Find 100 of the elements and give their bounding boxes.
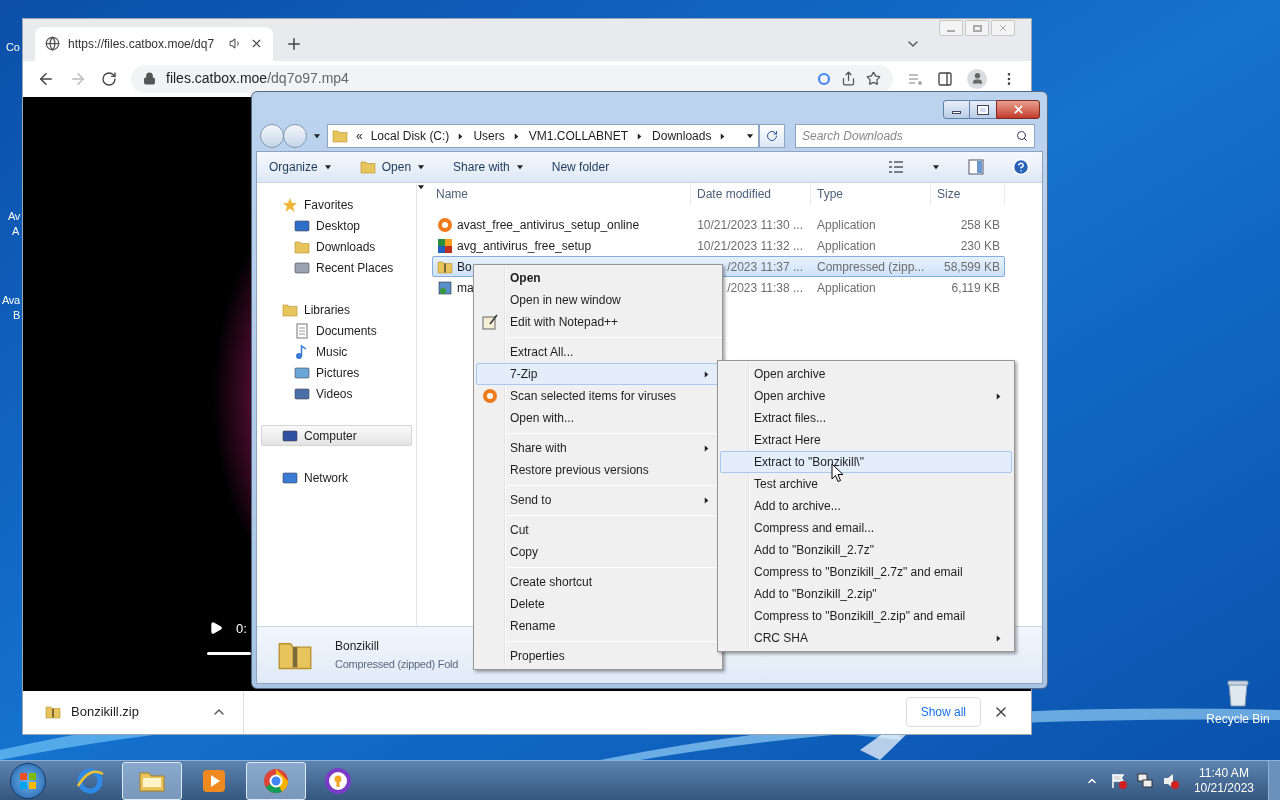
menu-item[interactable]: Test archive xyxy=(720,473,1012,495)
menu-item[interactable]: Compress to "Bonzikill_2.zip" and email xyxy=(720,605,1012,627)
menu-item[interactable]: 7-Zip xyxy=(476,363,720,385)
menu-item[interactable]: Open archive xyxy=(720,385,1012,407)
menu-item[interactable]: Properties xyxy=(476,645,720,667)
nav-item[interactable]: Computer xyxy=(261,425,412,446)
breadcrumb[interactable]: Downloads xyxy=(652,127,712,145)
column-header[interactable]: Name xyxy=(429,183,691,205)
menu-item[interactable]: Open archive xyxy=(720,363,1012,385)
overflow-chevrons[interactable]: « xyxy=(356,127,363,145)
toolbar-button[interactable]: Share with xyxy=(453,158,524,176)
menu-item[interactable]: Extract files... xyxy=(720,407,1012,429)
breadcrumb[interactable]: Users xyxy=(473,127,505,145)
file-name: avg_antivirus_free_setup xyxy=(457,237,592,255)
menu-item[interactable]: Open with... xyxy=(476,407,720,429)
breadcrumb[interactable]: VM1.COLLABNET xyxy=(528,127,629,145)
menu-item[interactable]: Edit with Notepad++ xyxy=(476,311,720,333)
nav-item[interactable]: Recent Places xyxy=(261,257,412,278)
start-button[interactable] xyxy=(10,762,46,799)
menu-item[interactable]: Extract All... xyxy=(476,341,720,363)
nav-item[interactable]: Documents xyxy=(261,320,412,341)
menu-item[interactable]: Send to xyxy=(476,489,720,511)
menu-item[interactable]: Share with xyxy=(476,437,720,459)
file-size: 58,599 KB xyxy=(942,258,1000,276)
menu-item[interactable]: Extract to "Bonzikill\" xyxy=(720,451,1012,473)
menu-item[interactable]: Delete xyxy=(476,593,720,615)
menu-item[interactable]: CRC SHA xyxy=(720,627,1012,649)
menu-item[interactable]: Add to "Bonzikill_2.7z" xyxy=(720,539,1012,561)
clock-time: 11:40 AM xyxy=(1199,765,1249,781)
toolbar-button[interactable]: New folder xyxy=(551,158,610,176)
menu-item[interactable]: Compress to "Bonzikill_2.7z" and email xyxy=(720,561,1012,583)
file-size: 258 KB xyxy=(959,216,1000,234)
minimize-button[interactable] xyxy=(943,100,970,119)
address-bar[interactable]: files.catbox.moe/dq7o97.mp4 xyxy=(131,64,893,93)
column-header[interactable]: Type xyxy=(811,183,931,205)
bookmark-star-icon[interactable] xyxy=(866,71,881,87)
ring-icon xyxy=(437,216,453,233)
maximize-button[interactable] xyxy=(970,100,996,119)
nav-item[interactable]: Network xyxy=(261,467,412,488)
show-all-button[interactable]: Show all xyxy=(905,696,981,727)
menu-item[interactable]: Compress and email... xyxy=(720,517,1012,539)
taskbar-button[interactable] xyxy=(122,761,182,800)
desktop-icon-label: Av xyxy=(8,211,21,222)
menu-item[interactable]: Add to "Bonzikill_2.zip" xyxy=(720,583,1012,605)
view-options-icon[interactable] xyxy=(888,160,904,174)
play-button[interactable] xyxy=(209,620,223,635)
address-bar[interactable]: « Local Disk (C:) Users VM1.COLLABNET Downloads xyxy=(327,124,759,148)
nav-item[interactable]: Videos xyxy=(261,383,412,404)
search-field[interactable]: Search Downloads xyxy=(795,124,1035,148)
progress-track[interactable] xyxy=(207,651,251,655)
menu-item[interactable]: Extract Here xyxy=(720,429,1012,451)
side-panel-icon[interactable] xyxy=(937,70,953,87)
column-header[interactable]: Date modified xyxy=(691,183,811,205)
google-icon[interactable] xyxy=(817,71,831,86)
speaker-icon xyxy=(229,37,242,51)
profile-avatar[interactable] xyxy=(967,68,987,89)
refresh-button[interactable] xyxy=(759,124,785,148)
network-icon[interactable] xyxy=(1135,771,1154,790)
toolbar-button[interactable]: Organize xyxy=(269,158,332,176)
desktop-icon-label: B xyxy=(13,310,21,321)
menu-item[interactable]: Restore previous versions xyxy=(476,459,720,481)
browser-tab[interactable]: https://files.catbox.moe/dq7 xyxy=(35,26,273,61)
toolbar-button[interactable]: Open xyxy=(359,158,426,176)
file-name: ma xyxy=(457,279,474,297)
nav-item[interactable]: Downloads xyxy=(261,236,412,257)
reload-button[interactable] xyxy=(101,70,117,87)
close-icon xyxy=(998,23,1008,33)
search-input[interactable]: Search Downloads xyxy=(802,127,1016,145)
menu-item[interactable]: Add to archive... xyxy=(720,495,1012,517)
menu-item[interactable]: Create shortcut xyxy=(476,571,720,593)
computer-icon xyxy=(282,427,298,444)
nav-item[interactable]: Music xyxy=(261,341,412,362)
nav-item[interactable]: Desktop xyxy=(261,215,412,236)
nav-item[interactable]: Favorites xyxy=(261,194,412,215)
help-icon[interactable] xyxy=(1012,158,1030,176)
file-name: Bo xyxy=(457,258,472,276)
menu-item[interactable]: Scan selected items for viruses xyxy=(476,385,720,407)
folder-icon xyxy=(332,128,348,144)
download-file-name[interactable]: Bonzikill.zip xyxy=(71,701,211,722)
menu-item[interactable]: Cut xyxy=(476,519,720,541)
breadcrumb[interactable]: Local Disk (C:) xyxy=(370,127,450,145)
menu-item[interactable]: Open in new window xyxy=(476,289,720,311)
nav-item[interactable]: Libraries xyxy=(261,299,412,320)
menu-item[interactable]: Rename xyxy=(476,615,720,637)
nav-item[interactable]: Pictures xyxy=(261,362,412,383)
monitor-icon xyxy=(294,217,310,234)
breadcrumb-arrow-icon xyxy=(512,131,521,141)
clock[interactable]: 11:40 AM 10/21/2023 xyxy=(1193,765,1254,796)
speaker-muted-icon[interactable] xyxy=(1161,771,1180,790)
preview-pane-icon[interactable] xyxy=(968,159,984,175)
desktop-icon-label: Co xyxy=(6,42,20,53)
menu-item[interactable]: Copy xyxy=(476,541,720,563)
file-date: /2023 11:38 ... xyxy=(726,279,803,297)
flag-alert-icon[interactable] xyxy=(1109,771,1128,790)
close-button[interactable] xyxy=(996,100,1040,119)
share-icon[interactable] xyxy=(841,71,856,87)
column-header[interactable]: Size xyxy=(931,183,1005,205)
star-icon xyxy=(282,196,298,213)
taskbar-button[interactable] xyxy=(246,761,306,800)
menu-item[interactable]: Open xyxy=(476,267,720,289)
